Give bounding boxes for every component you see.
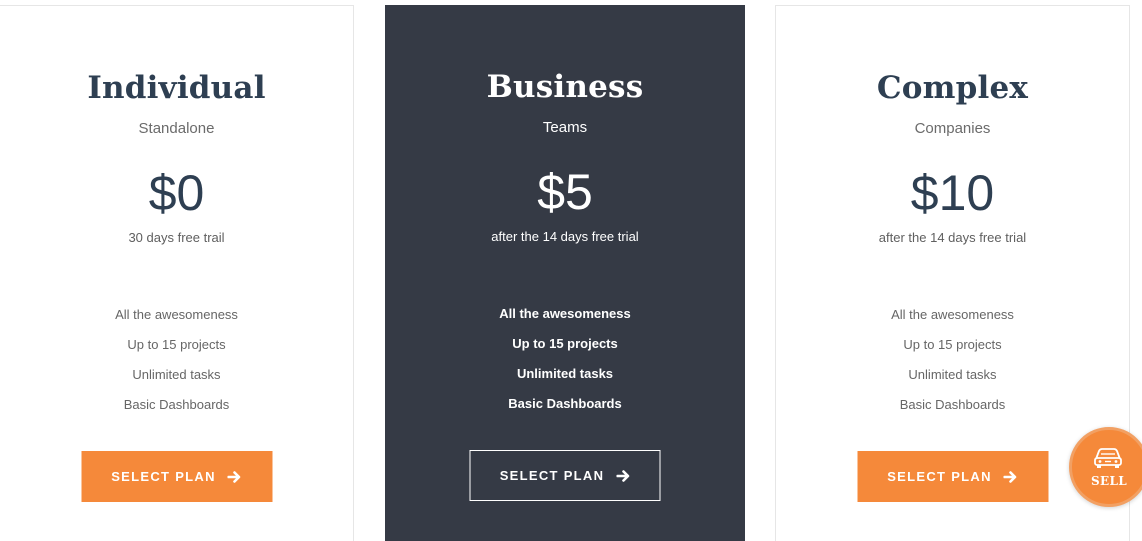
- feature-item: Unlimited tasks: [132, 367, 221, 382]
- arrow-right-icon: [227, 470, 242, 484]
- plan-card-business: Business Teams $5 after the 14 days free…: [385, 5, 745, 541]
- feature-item: All the awesomeness: [891, 307, 1014, 322]
- plan-card-individual: Individual Standalone $0 30 days free tr…: [0, 5, 354, 541]
- plan-note: after the 14 days free trial: [491, 229, 639, 244]
- feature-list: All the awesomeness Up to 15 projects Un…: [385, 306, 745, 426]
- feature-item: Basic Dashboards: [899, 397, 1006, 412]
- plan-subtitle: Companies: [914, 120, 991, 137]
- feature-item: All the awesomeness: [499, 306, 631, 321]
- feature-item: Unlimited tasks: [908, 367, 997, 382]
- sell-button[interactable]: SELL: [1069, 427, 1142, 507]
- sell-label: SELL: [1091, 474, 1127, 488]
- feature-item: Up to 15 projects: [903, 337, 1002, 352]
- plan-price: $0: [148, 165, 205, 221]
- plan-price: $5: [537, 164, 593, 220]
- plan-note: after the 14 days free trial: [878, 230, 1027, 245]
- arrow-right-icon: [1003, 470, 1018, 484]
- feature-item: Up to 15 projects: [127, 337, 226, 352]
- select-plan-label: SELECT PLAN: [111, 469, 216, 484]
- plan-name: Complex: [876, 70, 1029, 106]
- feature-list: All the awesomeness Up to 15 projects Un…: [776, 307, 1129, 427]
- plan-name: Business: [486, 69, 644, 105]
- select-plan-button[interactable]: SELECT PLAN: [81, 451, 272, 502]
- feature-item: Basic Dashboards: [508, 396, 622, 411]
- select-plan-button[interactable]: SELECT PLAN: [857, 451, 1048, 502]
- plan-price: $10: [910, 165, 995, 221]
- select-plan-button[interactable]: SELECT PLAN: [469, 450, 661, 501]
- plan-subtitle: Teams: [542, 119, 588, 136]
- pricing-section: Individual Standalone $0 30 days free tr…: [0, 0, 1142, 541]
- car-icon: [1092, 446, 1124, 470]
- feature-item: Unlimited tasks: [516, 366, 614, 381]
- feature-item: Up to 15 projects: [512, 336, 618, 351]
- plan-note: 30 days free trail: [128, 230, 225, 245]
- plan-name: Individual: [87, 70, 266, 106]
- select-plan-label: SELECT PLAN: [887, 469, 992, 484]
- arrow-right-icon: [616, 469, 630, 483]
- plan-subtitle: Standalone: [138, 120, 215, 137]
- feature-item: All the awesomeness: [115, 307, 238, 322]
- feature-item: Basic Dashboards: [123, 397, 230, 412]
- feature-list: All the awesomeness Up to 15 projects Un…: [0, 307, 353, 427]
- select-plan-label: SELECT PLAN: [499, 468, 605, 483]
